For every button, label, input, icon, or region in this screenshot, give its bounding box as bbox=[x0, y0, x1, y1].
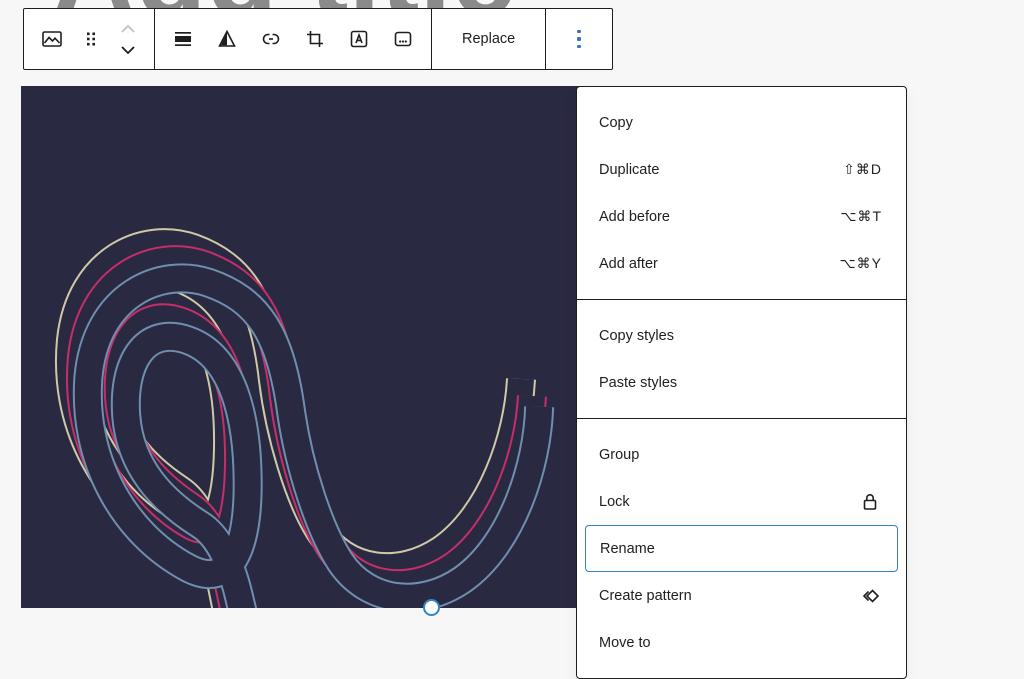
options-ellipsis-icon bbox=[577, 29, 581, 49]
caption-button[interactable] bbox=[381, 15, 425, 63]
menu-group-organize: Group Lock Rename Create pattern Move to bbox=[577, 418, 906, 678]
menu-item-paste-styles[interactable]: Paste styles bbox=[577, 359, 906, 406]
menu-item-add-before[interactable]: Add before ⌥⌘T bbox=[577, 193, 906, 240]
menu-item-group[interactable]: Group bbox=[577, 431, 906, 478]
block-toolbar: Replace bbox=[23, 8, 614, 70]
shortcut-duplicate: ⇧⌘D bbox=[843, 161, 882, 177]
crop-icon bbox=[307, 31, 323, 47]
menu-item-copy[interactable]: Copy bbox=[577, 99, 906, 146]
block-movers bbox=[108, 18, 148, 60]
replace-button[interactable]: Replace bbox=[438, 9, 539, 69]
menu-item-add-after[interactable]: Add after ⌥⌘Y bbox=[577, 240, 906, 287]
block-options-dropdown: Copy Duplicate ⇧⌘D Add before ⌥⌘T Add af… bbox=[576, 86, 907, 679]
move-up-icon bbox=[121, 24, 135, 33]
shortcut-add-after: ⌥⌘Y bbox=[839, 255, 882, 271]
crop-button[interactable] bbox=[293, 15, 337, 63]
menu-group-clipboard: Copy Duplicate ⇧⌘D Add before ⌥⌘T Add af… bbox=[577, 87, 906, 299]
caption-icon bbox=[394, 31, 412, 47]
move-down-button[interactable] bbox=[110, 39, 146, 60]
text-overlay-icon bbox=[350, 30, 368, 48]
align-icon bbox=[175, 32, 191, 46]
text-overlay-button[interactable] bbox=[337, 15, 381, 63]
drag-handle-icon bbox=[87, 32, 95, 46]
image-block-type-button[interactable] bbox=[30, 15, 74, 63]
duotone-filter-button[interactable] bbox=[205, 15, 249, 63]
menu-item-lock[interactable]: Lock bbox=[577, 478, 906, 525]
menu-item-copy-styles[interactable]: Copy styles bbox=[577, 312, 906, 359]
image-block-icon bbox=[42, 31, 62, 47]
toolbar-group-options bbox=[546, 9, 612, 69]
menu-item-duplicate[interactable]: Duplicate ⇧⌘D bbox=[577, 146, 906, 193]
options-menu-button[interactable] bbox=[552, 9, 606, 69]
toolbar-group-replace: Replace bbox=[432, 9, 547, 69]
pattern-icon bbox=[858, 584, 882, 608]
menu-item-move-to[interactable]: Move to bbox=[577, 619, 906, 666]
shortcut-add-before: ⌥⌘T bbox=[840, 208, 882, 224]
menu-group-styles: Copy styles Paste styles bbox=[577, 299, 906, 418]
drag-handle-button[interactable] bbox=[74, 15, 108, 63]
link-icon bbox=[262, 33, 280, 45]
resize-handle[interactable] bbox=[423, 599, 440, 616]
lock-icon bbox=[858, 490, 882, 514]
toolbar-group-block bbox=[24, 9, 155, 69]
align-button[interactable] bbox=[161, 15, 205, 63]
duotone-filter-icon bbox=[218, 29, 236, 47]
link-button[interactable] bbox=[249, 15, 293, 63]
move-up-button[interactable] bbox=[110, 18, 146, 39]
menu-item-rename[interactable]: Rename bbox=[585, 525, 898, 572]
menu-item-create-pattern[interactable]: Create pattern bbox=[577, 572, 906, 619]
toolbar-group-tools bbox=[155, 9, 432, 69]
move-down-icon bbox=[121, 45, 135, 54]
